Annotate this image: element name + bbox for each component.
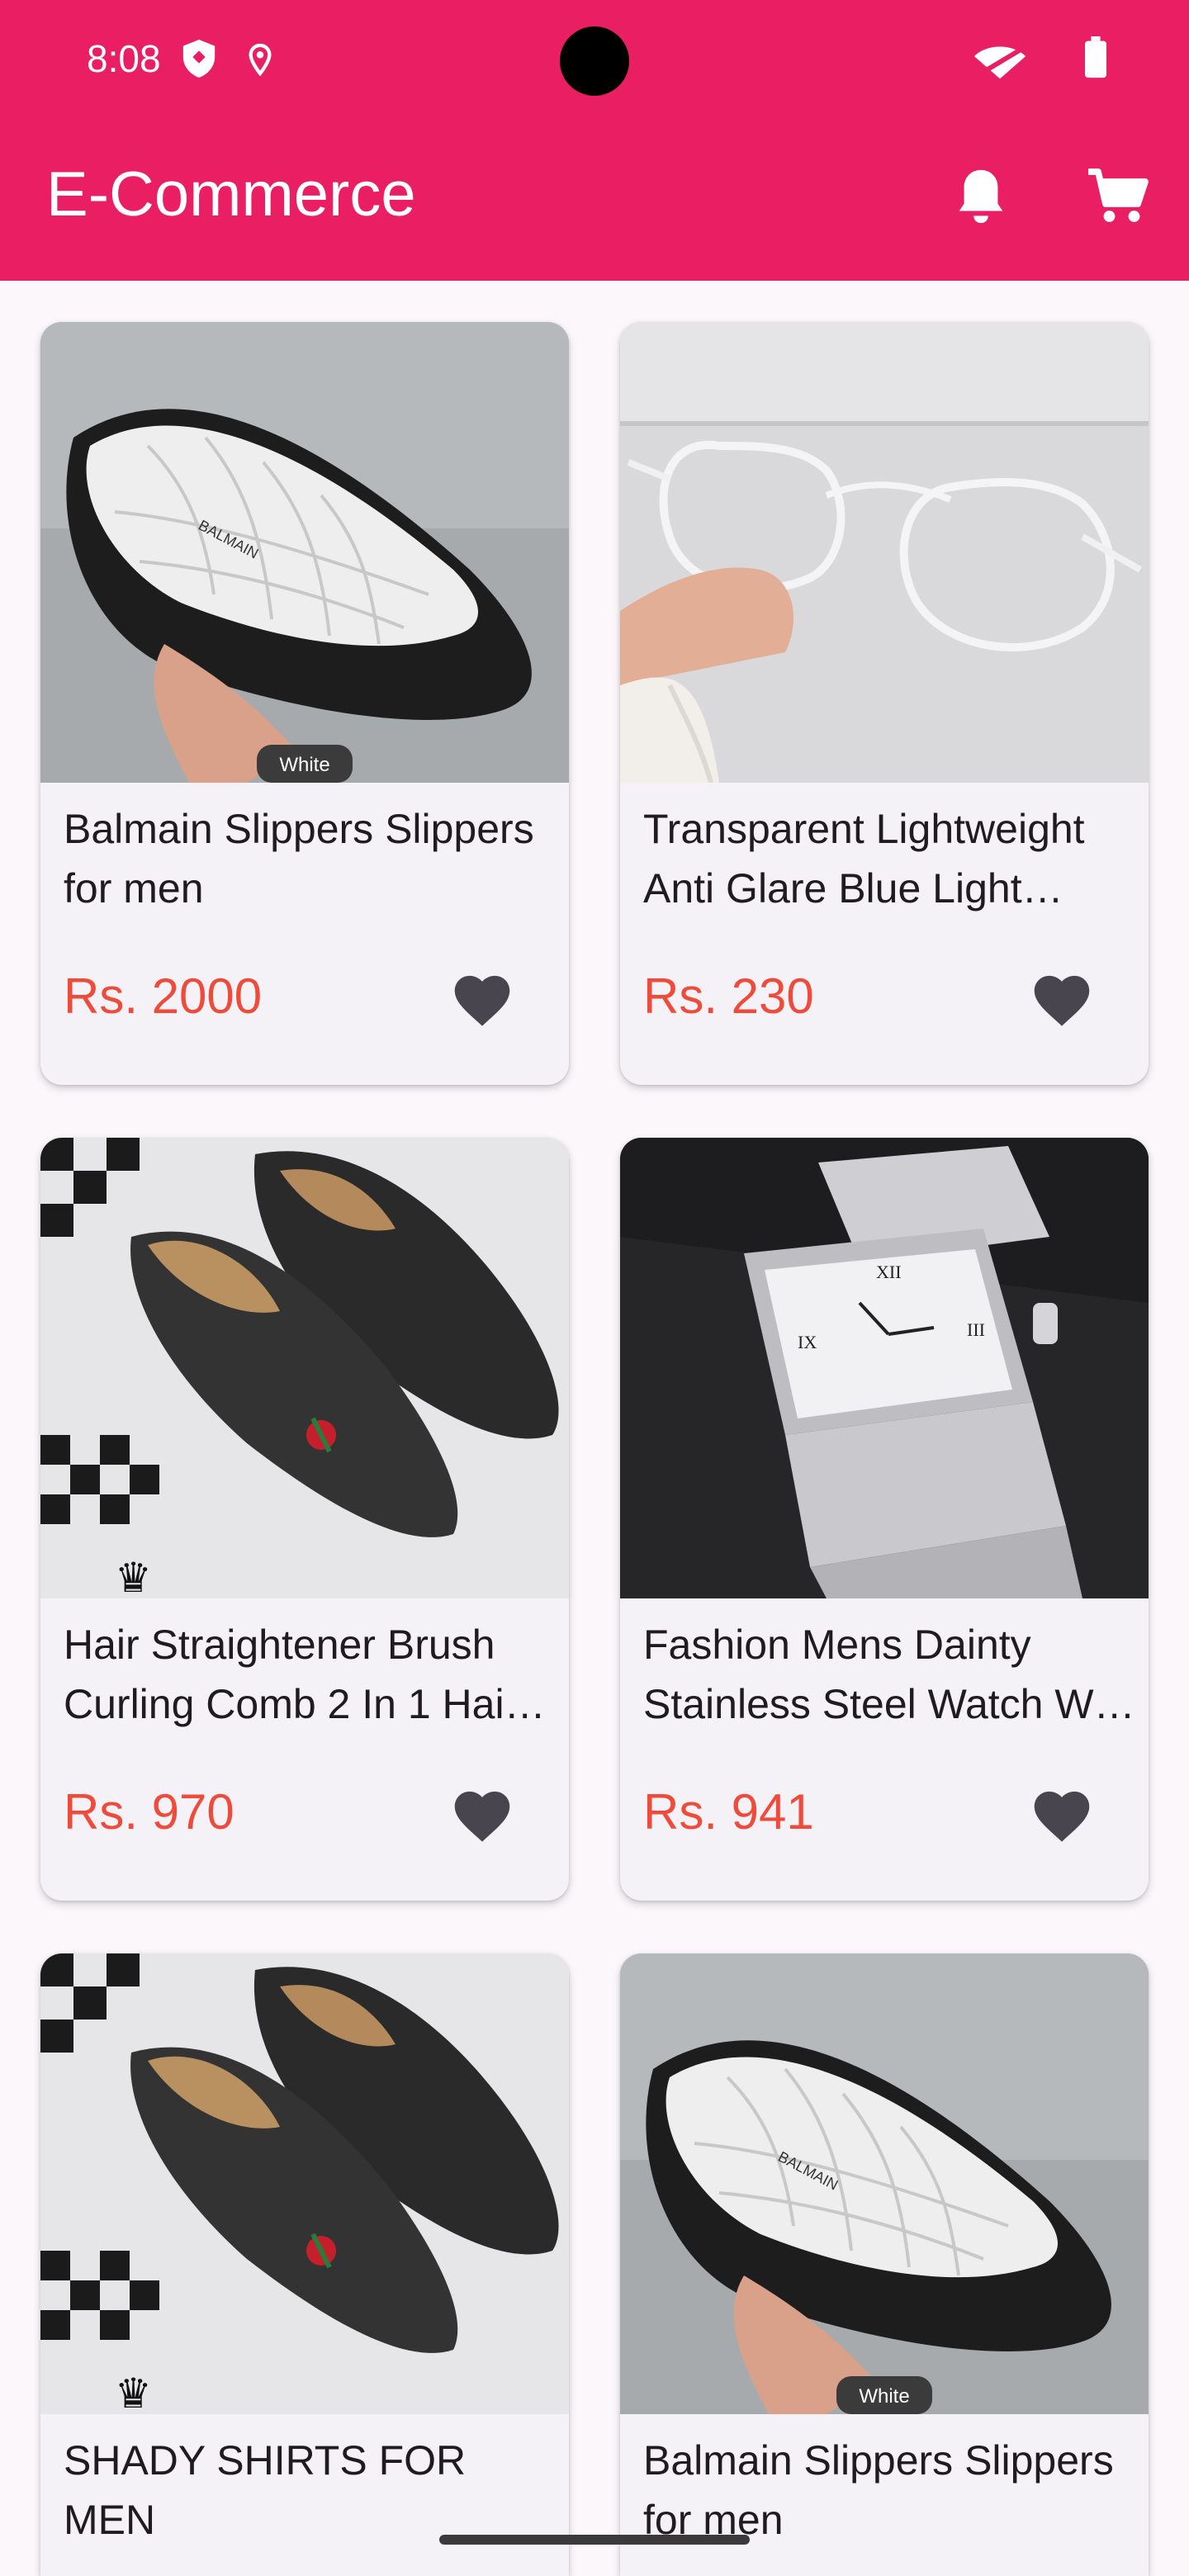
heart-icon: [1034, 975, 1090, 1026]
product-name: Transparent Lightweight Anti Glare Blue …: [643, 806, 1085, 912]
wifi-off-icon: [971, 40, 1029, 83]
location-icon: [246, 43, 274, 80]
status-time: 8:08: [87, 37, 161, 80]
product-card[interactable]: XII III IX Fashion Mens Dainty Stainless…: [620, 1138, 1149, 1901]
favorite-button[interactable]: [1025, 963, 1099, 1037]
product-image-white-slipper: BALMAIN White: [620, 1953, 1149, 2414]
favorite-button[interactable]: [445, 1778, 519, 1853]
heart-icon: [454, 975, 510, 1026]
home-indicator[interactable]: [439, 2535, 750, 2545]
svg-text:III: III: [967, 1319, 985, 1340]
app-title: E-Commerce: [46, 159, 416, 230]
image-badge: White: [859, 2385, 909, 2408]
cart-button[interactable]: [1083, 162, 1153, 231]
favorite-button[interactable]: [445, 963, 519, 1037]
heart-icon: [1034, 1791, 1090, 1842]
svg-text:XII: XII: [876, 1262, 902, 1282]
camera-cutout: [560, 26, 629, 96]
product-price: Rs. 230: [643, 968, 814, 1024]
shopping-cart-icon: [1088, 168, 1149, 222]
svg-text:♛: ♛: [115, 2370, 152, 2414]
product-name: SHADY SHIRTS FOR MEN: [64, 2437, 467, 2543]
product-image-white-slipper: BALMAIN White: [40, 322, 569, 783]
battery-icon: [1083, 36, 1108, 83]
heart-icon: [454, 1791, 510, 1842]
favorite-button[interactable]: [1025, 1778, 1099, 1853]
svg-text:IX: IX: [798, 1332, 817, 1352]
shield-icon: [180, 38, 218, 83]
product-card[interactable]: ♛ SHADY SHIRTS FOR MEN: [40, 1953, 569, 2576]
product-name: Balmain Slippers Slippers for men: [64, 806, 534, 912]
app-bar: 8:08 E-Commerce: [0, 0, 1189, 281]
product-image-black-loafers: ♛: [40, 1953, 569, 2414]
notification-bell-icon: [959, 169, 1003, 224]
product-card[interactable]: ♛ Hair Straightener Brush Curling Comb 2…: [40, 1138, 569, 1901]
image-badge: White: [279, 754, 329, 776]
product-price: Rs. 2000: [64, 968, 263, 1024]
product-card[interactable]: BALMAIN White Balmain Slippers Slippers …: [620, 1953, 1149, 2576]
product-price: Rs. 941: [643, 1784, 814, 1840]
product-name: Fashion Mens Dainty Stainless Steel Watc…: [643, 1622, 1138, 1727]
product-card[interactable]: BALMAIN White Balmain Slippers Slippers …: [40, 322, 569, 1085]
product-card[interactable]: Transparent Lightweight Anti Glare Blue …: [620, 322, 1149, 1085]
product-image-eyeglasses: [620, 322, 1149, 783]
product-price: Rs. 970: [64, 1784, 234, 1840]
product-image-silver-watch: XII III IX: [620, 1138, 1149, 1598]
product-name: Balmain Slippers Slippers for men: [643, 2437, 1114, 2543]
notifications-button[interactable]: [946, 162, 1016, 231]
product-image-black-loafers: ♛: [40, 1138, 569, 1598]
product-name: Hair Straightener Brush Curling Comb 2 I…: [64, 1622, 519, 1727]
svg-text:♛: ♛: [115, 1554, 152, 1598]
